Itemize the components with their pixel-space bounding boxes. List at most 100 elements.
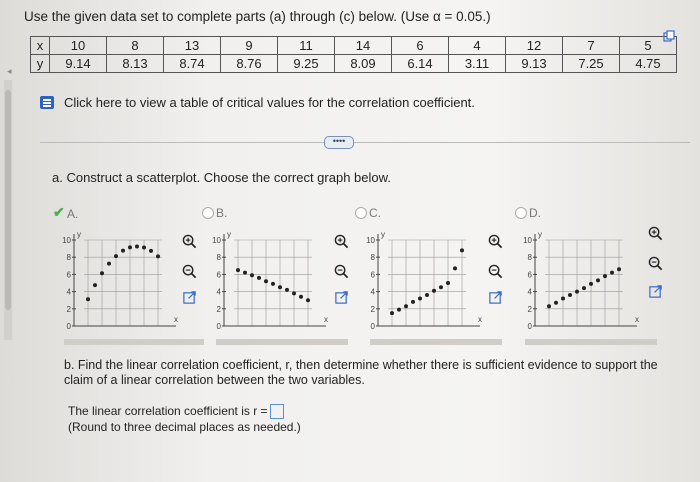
y-tick-label: 10 — [523, 236, 532, 245]
y-axis-label: y — [77, 230, 81, 239]
option-d-label[interactable]: D. — [529, 206, 541, 220]
divider — [40, 142, 690, 143]
plot-grid — [84, 239, 162, 326]
y-cell: 3.11 — [448, 54, 506, 73]
option-d-radio[interactable] — [515, 207, 527, 219]
data-point — [128, 245, 132, 250]
expand-icon[interactable] — [182, 290, 197, 305]
data-point — [93, 283, 97, 288]
data-point — [278, 285, 282, 290]
x-cell: 12 — [505, 36, 563, 55]
data-point — [404, 304, 408, 309]
scatterplot-c: 10 8 6 4 2 0 y x — [366, 230, 482, 331]
scatterplot-a: 10 8 6 4 2 0 y x — [62, 230, 178, 331]
correct-check-icon: ✔ — [53, 204, 65, 220]
table-book-icon[interactable] — [40, 96, 54, 109]
data-point — [418, 296, 422, 301]
y-cell: 8.13 — [106, 54, 164, 73]
y-tick-label: 8 — [371, 253, 376, 262]
data-point — [292, 291, 296, 296]
data-point — [603, 274, 607, 279]
data-point — [547, 304, 551, 309]
y-tick-label: 0 — [67, 322, 72, 331]
data-point — [453, 266, 457, 271]
zoom-in-icon[interactable] — [334, 234, 349, 249]
y-tick-label: 2 — [67, 305, 72, 314]
scroll-up-icon[interactable]: ◂ — [7, 66, 12, 77]
y-cell: 8.09 — [334, 54, 392, 73]
x-cell: 7 — [562, 36, 620, 55]
zoom-out-icon[interactable] — [648, 256, 663, 271]
y-tick-label: 8 — [67, 253, 72, 262]
plot-grid — [388, 239, 466, 326]
data-point — [149, 248, 153, 253]
copy-icon[interactable] — [663, 30, 675, 42]
y-tick-label: 10 — [212, 236, 221, 245]
y-tick-label: 6 — [217, 270, 222, 279]
x-cell: 10 — [49, 36, 107, 55]
x-axis-label: x — [478, 315, 482, 324]
data-point — [596, 278, 600, 283]
option-b-label[interactable]: B. — [216, 206, 227, 220]
data-point — [575, 289, 579, 294]
data-point — [142, 245, 146, 250]
zoom-in-icon[interactable] — [648, 226, 663, 241]
option-a-label[interactable]: A. — [67, 207, 78, 221]
option-c-label[interactable]: C. — [369, 206, 381, 220]
expand-icon[interactable] — [488, 290, 503, 305]
data-point — [460, 248, 464, 253]
critical-values-link[interactable]: Click here to view a table of critical v… — [64, 95, 475, 110]
data-point — [257, 275, 261, 280]
option-b-radio[interactable] — [202, 207, 214, 219]
y-tick-label: 10 — [62, 236, 71, 245]
data-point — [250, 273, 254, 278]
y-tick-label: 2 — [371, 305, 376, 314]
data-point — [610, 270, 614, 275]
data-point — [425, 293, 429, 298]
zoom-in-icon[interactable] — [182, 234, 197, 249]
coefficient-prompt: The linear correlation coefficient is r … — [68, 404, 284, 420]
y-cell: 8.76 — [220, 54, 278, 73]
more-button[interactable]: •••• — [324, 136, 354, 149]
data-point — [156, 254, 160, 259]
y-cell: 6.14 — [391, 54, 449, 73]
expand-icon[interactable] — [334, 290, 349, 305]
part-a-question: a. Construct a scatterplot. Choose the c… — [52, 170, 391, 185]
zoom-out-icon[interactable] — [488, 264, 503, 279]
y-tick-label: 6 — [371, 270, 376, 279]
scrollbar-horizontal[interactable] — [370, 339, 502, 345]
answer-box[interactable] — [269, 404, 284, 420]
y-tick-label: 4 — [217, 288, 222, 297]
coefficient-label: The linear correlation coefficient is r … — [68, 404, 268, 418]
data-point — [299, 294, 303, 299]
x-axis-label: x — [635, 315, 639, 324]
scrollbar-horizontal[interactable] — [216, 339, 348, 345]
data-point — [236, 268, 240, 273]
y-cell: 4.75 — [619, 54, 677, 73]
y-header: y — [30, 54, 50, 73]
y-tick-label: 0 — [371, 322, 376, 331]
y-row: y 9.14 8.13 8.74 8.76 9.25 8.09 6.14 3.1… — [30, 54, 677, 73]
scrollbar-horizontal[interactable] — [64, 339, 204, 345]
data-point — [271, 281, 275, 286]
data-point — [86, 297, 90, 302]
scrollbar-horizontal[interactable] — [525, 339, 657, 345]
page: Use the given data set to complete parts… — [0, 0, 700, 482]
expand-icon[interactable] — [648, 284, 663, 299]
x-cell: 14 — [334, 36, 392, 55]
data-point — [264, 279, 268, 284]
data-point — [589, 281, 593, 286]
y-tick-label: 2 — [528, 305, 533, 314]
y-tick-label: 4 — [528, 288, 533, 297]
zoom-in-icon[interactable] — [488, 234, 503, 249]
data-point — [114, 254, 118, 259]
scrollbar-thumb[interactable] — [5, 90, 11, 310]
zoom-out-icon[interactable] — [334, 264, 349, 279]
x-row: x 10 8 13 9 11 14 6 4 12 7 5 — [30, 36, 677, 55]
zoom-out-icon[interactable] — [182, 264, 197, 279]
y-tick-label: 4 — [371, 288, 376, 297]
data-point — [554, 300, 558, 305]
x-axis-label: x — [174, 315, 178, 324]
option-c-radio[interactable] — [355, 207, 367, 219]
y-cell: 7.25 — [562, 54, 620, 73]
